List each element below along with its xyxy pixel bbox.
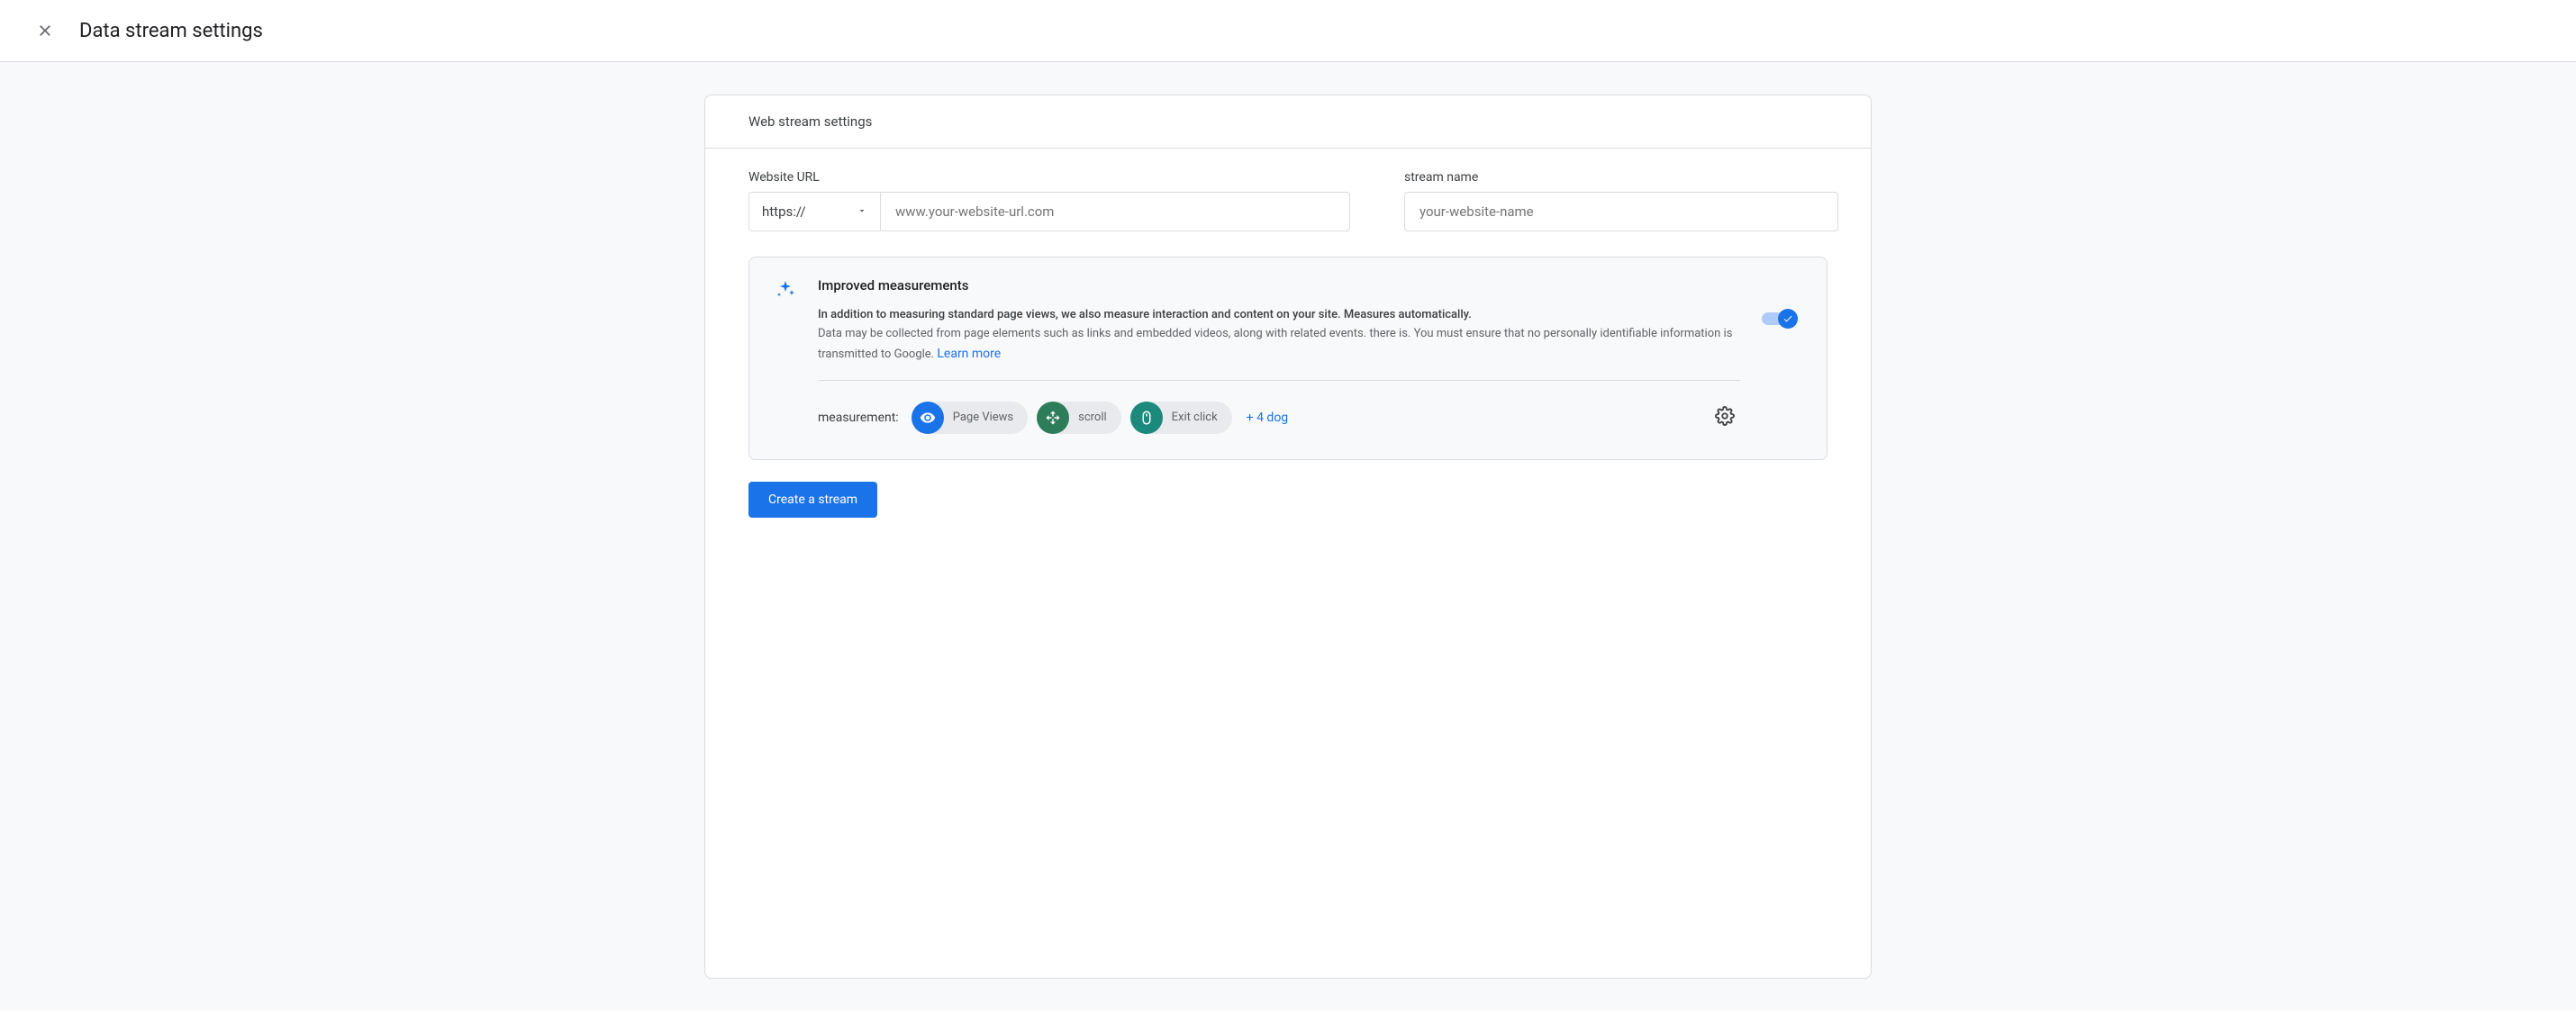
website-url-input[interactable] <box>880 192 1350 231</box>
scroll-icon <box>1037 402 1069 434</box>
stream-name-input[interactable] <box>1404 192 1838 231</box>
panel-description: In addition to measuring standard page v… <box>818 306 1740 364</box>
improved-measurements-toggle[interactable] <box>1762 310 1801 328</box>
sparkle-icon <box>775 279 796 434</box>
toggle-knob <box>1778 309 1798 329</box>
chip-scroll: scroll <box>1037 402 1121 434</box>
card-heading: Web stream settings <box>705 95 1871 149</box>
mouse-icon <box>1130 402 1163 434</box>
measurement-label: measurement: <box>818 411 899 425</box>
chip-label: Page Views <box>953 411 1013 424</box>
chip-exit-click: Exit click <box>1130 402 1232 434</box>
page-body: Web stream settings Website URL https://… <box>0 62 2576 1011</box>
chip-label: Exit click <box>1172 411 1218 424</box>
close-button[interactable] <box>32 18 58 43</box>
measurement-row: measurement: Page Views scroll <box>818 401 1740 434</box>
protocol-value: https:// <box>762 203 806 220</box>
measurement-settings-button[interactable] <box>1710 401 1740 434</box>
chip-page-views: Page Views <box>912 402 1028 434</box>
create-stream-button[interactable]: Create a stream <box>748 482 877 518</box>
website-url-group: Website URL https:// <box>748 170 1350 231</box>
protocol-select[interactable]: https:// <box>748 192 880 231</box>
actions: Create a stream <box>705 482 1871 543</box>
learn-more-link[interactable]: Learn more <box>937 347 1001 361</box>
panel-title: Improved measurements <box>818 277 1740 294</box>
improved-measurements-panel: Improved measurements In addition to mea… <box>748 257 1828 460</box>
divider <box>818 380 1740 381</box>
website-url-label: Website URL <box>748 170 1350 185</box>
more-measurements-link[interactable]: + 4 dog <box>1247 411 1289 425</box>
stream-name-label: stream name <box>1404 170 1838 185</box>
chip-label: scroll <box>1078 411 1107 424</box>
stream-name-group: stream name <box>1404 170 1838 231</box>
panel-content: Improved measurements In addition to mea… <box>818 277 1740 434</box>
settings-card: Web stream settings Website URL https://… <box>704 95 1872 979</box>
eye-icon <box>912 402 944 434</box>
page-title: Data stream settings <box>79 20 263 42</box>
caret-down-icon <box>857 203 867 220</box>
panel-bold-line: In addition to measuring standard page v… <box>818 308 1472 321</box>
form-row: Website URL https:// stream name <box>705 149 1871 257</box>
close-icon <box>36 22 54 40</box>
header: Data stream settings <box>0 0 2576 62</box>
gear-icon <box>1715 406 1735 426</box>
check-icon <box>1782 313 1793 324</box>
